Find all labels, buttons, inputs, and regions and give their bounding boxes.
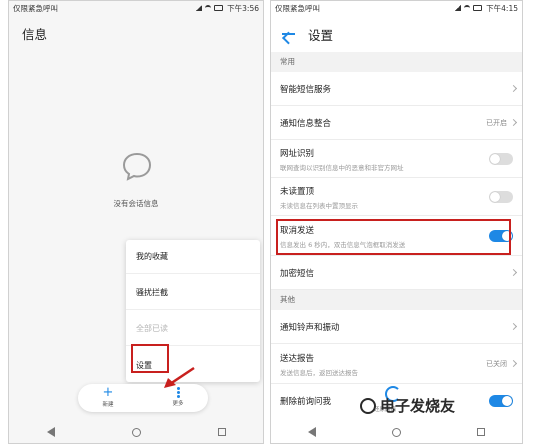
menu-item-favorites[interactable]: 我的收藏 [126,240,260,274]
chevron-right-icon [509,359,518,368]
back-icon[interactable] [46,427,55,437]
row-unread-top: 未读置顶 未读信息在列表中置顶显示 [270,178,523,216]
status-value: 已开启 [486,119,507,127]
right-screen: 仅限紧急呼叫 下午4:15 设置 常用 智能短信服务 通知信息整合 已开启 网址… [270,0,523,444]
signal-icon [455,5,462,11]
recent-apps-icon[interactable] [217,428,226,436]
signal-icon [196,5,203,11]
system-nav-bar [8,420,264,444]
row-delivery-report[interactable]: 送达报告 发送信息后，返回送达报告 已关闭 [270,344,523,384]
left-screen: 仅限紧急呼叫 下午3:56 信息 没有会话信息 我的收藏 骚扰拦截 全部已读 设… [8,0,264,444]
row-ringtone-vibration[interactable]: 通知铃声和振动 [270,310,523,344]
status-bar: 仅限紧急呼叫 下午4:15 [270,0,523,16]
cancel-send-highlight-box [276,219,511,255]
red-arrow-icon [164,366,195,388]
carrier-text: 仅限紧急呼叫 [13,3,58,13]
wifi-icon [205,5,212,11]
row-smart-sms[interactable]: 智能短信服务 [270,72,523,106]
logo-icon [360,398,376,414]
chevron-right-icon [509,118,518,127]
carrier-text: 仅限紧急呼叫 [275,3,320,13]
chevron-right-icon [509,322,518,331]
watermark: 电子发烧友 [360,395,455,416]
url-recognition-toggle[interactable] [489,153,513,165]
menu-item-mark-all-read: 全部已读 [126,312,260,346]
battery-icon [473,5,483,11]
recent-apps-icon[interactable] [477,428,485,436]
empty-state-text: 没有会话信息 [113,199,159,208]
row-encrypted-sms[interactable]: 加密短信 [270,256,523,290]
chevron-right-icon [509,84,518,93]
row-notification-merge[interactable]: 通知信息整合 已开启 [270,106,523,140]
system-nav-bar [270,420,523,444]
page-title: 信息 [22,27,48,42]
plus-icon: + [102,385,114,400]
chevron-right-icon [509,268,518,277]
section-common-label: 常用 [270,52,523,72]
unread-top-toggle[interactable] [489,191,513,203]
status-bar: 仅限紧急呼叫 下午3:56 [8,0,264,16]
section-other-label: 其他 [270,290,523,310]
menu-item-spam-block[interactable]: 骚扰拦截 [126,276,260,310]
home-icon[interactable] [131,427,141,437]
settings-header: 设置 [270,16,523,52]
clock: 下午3:56 [227,3,259,13]
home-icon[interactable] [392,427,401,437]
battery-icon [214,5,224,11]
wifi-icon [464,5,471,11]
row-url-recognition: 网址识别 联网查询以识别信息中的恶意和非官方网址 [270,140,523,178]
clock: 下午4:15 [486,3,518,13]
chat-bubble-icon [122,152,152,181]
new-message-button[interactable]: + 新建 [88,384,128,412]
back-icon[interactable] [308,427,316,437]
confirm-delete-toggle[interactable] [489,395,513,407]
back-arrow-icon[interactable] [280,26,296,42]
page-title: 设置 [308,27,334,43]
status-value: 已关闭 [486,360,507,368]
